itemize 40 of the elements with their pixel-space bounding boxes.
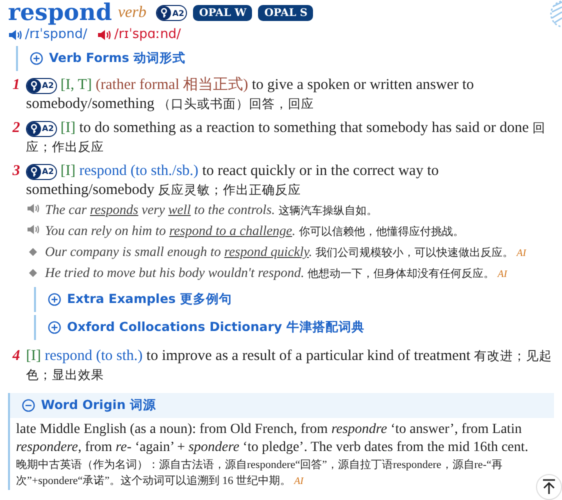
sense-number: 3: [12, 162, 20, 181]
pronunciation: /rɪˈspɑːnd/: [114, 26, 181, 43]
key-icon: [157, 6, 172, 20]
sense-definition: [I] respond (to sth.) to improve as a result of a particular kind of treatment 有改进；见起色；显出效果: [26, 347, 554, 384]
section-toggle[interactable]: Word Origin 词源: [22, 397, 156, 414]
speaker-icon[interactable]: [26, 224, 40, 235]
level-badge: A2: [26, 78, 57, 94]
up-arrow-icon: [542, 479, 556, 495]
origin-text: late Middle English (as a noun): from Old French, from respondre ‘to answer’, from Latin respondere, from re- ‘again’ + spondere ‘to pledge’. The verb dates from the mid 16th cent.: [15, 421, 530, 457]
opal-badge: OPAL S: [258, 5, 314, 21]
level-badge: A2: [26, 164, 57, 180]
level-badge: A2: [156, 5, 188, 21]
back-to-top-button[interactable]: [536, 474, 562, 500]
sense-number: 2: [11, 119, 20, 138]
sense-definition: A2 [I] to do something as a reaction to something that somebody has said or done 回应；作出反应: [26, 119, 547, 156]
sense-definition: A2 [I] respond (to sth./sb.) to react quickly or in the correct way to something/somebody 反应灵敏；作出正确反应: [26, 162, 440, 200]
sense-number: 4: [11, 347, 20, 366]
level-badge: A2: [26, 120, 57, 137]
example-sentence: You can rely on him to respond to a challenge. 你可以信赖他，他懂得应付挑战。: [45, 222, 464, 240]
example-sentence: The car responds very well to the controls. 这辆汽车操纵自如。: [45, 201, 378, 219]
section-toggle[interactable]: Extra Examples 更多例句: [48, 291, 232, 308]
key-icon: [27, 122, 41, 136]
speaker-icon[interactable]: [8, 28, 22, 40]
opal-badge: OPAL W: [193, 5, 252, 21]
section-toggle[interactable]: Oxford Collocations Dictionary 牛津搭配词典: [48, 319, 364, 336]
sense-number: 1: [12, 76, 20, 95]
example-sentence: Our company is small enough to respond quickly. 我们公司规模较小，可以快速做出反应。 AI: [45, 243, 526, 261]
part-of-speech: verb: [118, 4, 146, 22]
diamond-icon: [29, 269, 37, 277]
key-icon: [27, 164, 41, 179]
section-toggle[interactable]: Verb Forms 动词形式: [30, 50, 186, 67]
example-sentence: He tried to move but his body wouldn't respond. 他想动一下，但身体却没有任何反应。 AI: [45, 264, 508, 282]
diamond-icon: [29, 248, 37, 256]
headword: respond: [8, 0, 112, 26]
speaker-icon[interactable]: [26, 203, 40, 214]
key-icon: [27, 78, 41, 93]
origin-translation: 晚期中古英语（作为名词）：源自古法语，源自respondere“回答”，源自拉丁语respondere，源自re-“再次”+spondere“承诺”。这个动词可以追溯到 16 世纪中期。 AI: [15, 458, 504, 489]
sense-definition: A2 [I, T] (rather formal 相当正式) to give a spoken or written answer to somebody/something （口头或书面）回答，回应: [26, 76, 475, 114]
speaker-icon[interactable]: [97, 28, 112, 40]
pronunciation: /rɪˈspɒnd/: [25, 26, 88, 43]
